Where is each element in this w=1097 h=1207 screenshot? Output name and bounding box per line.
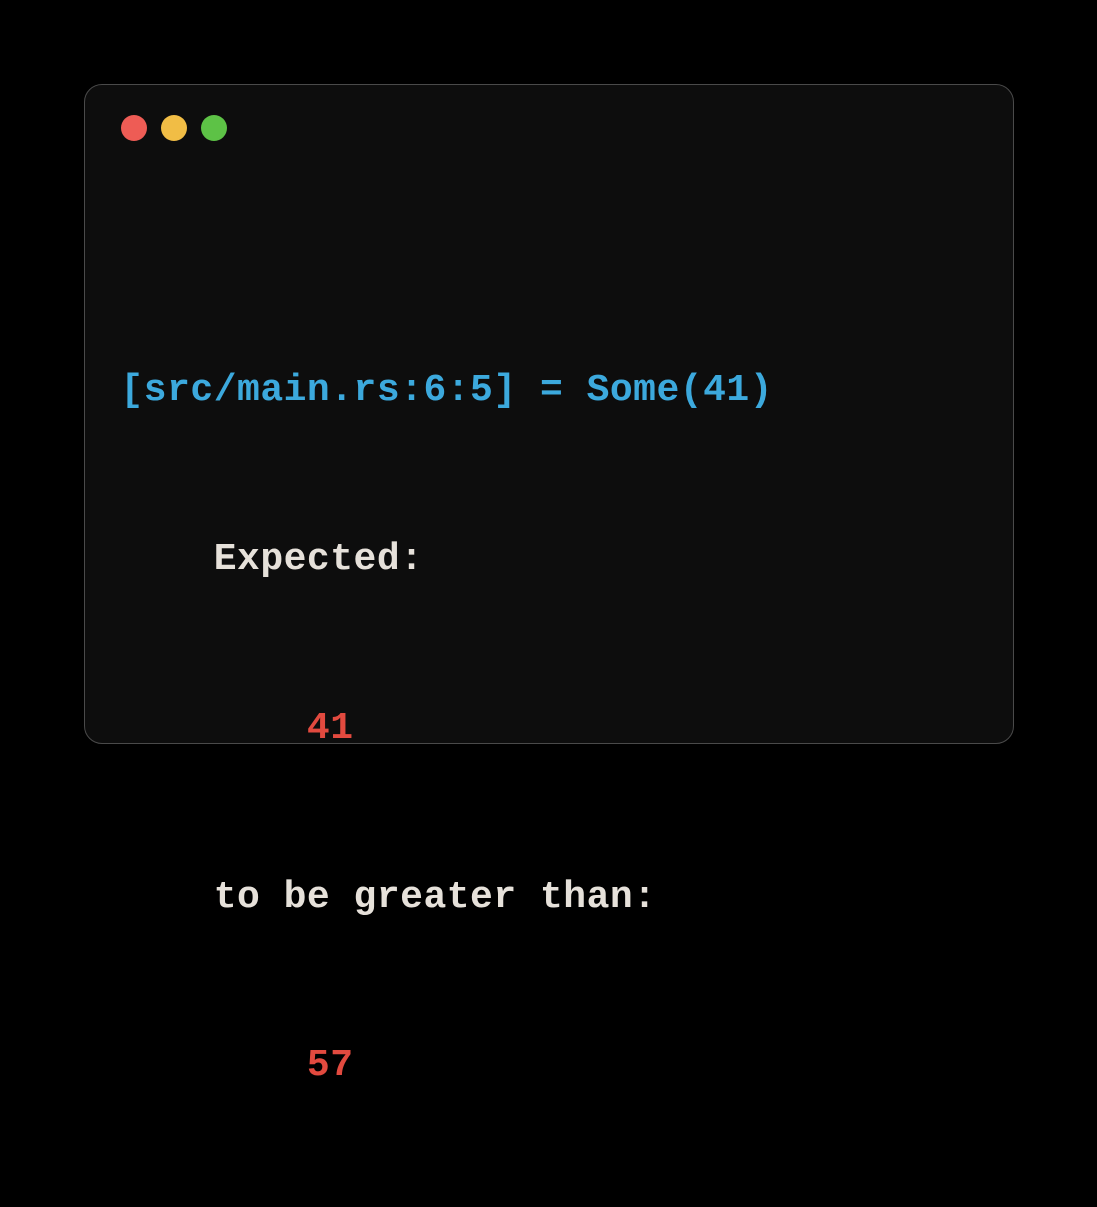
terminal-window: [src/main.rs:6:5] = Some(41) Expected: 4… (84, 84, 1014, 744)
actual-value: 57 (121, 1038, 977, 1094)
window-controls (121, 115, 977, 141)
expected-value: 41 (121, 701, 977, 757)
condition-label: to be greater than: (121, 870, 977, 926)
expected-label: Expected: (121, 532, 977, 588)
terminal-output: [src/main.rs:6:5] = Some(41) Expected: 4… (121, 251, 977, 1207)
source-location-line: [src/main.rs:6:5] = Some(41) (121, 363, 977, 419)
maximize-icon[interactable] (201, 115, 227, 141)
close-icon[interactable] (121, 115, 147, 141)
minimize-icon[interactable] (161, 115, 187, 141)
